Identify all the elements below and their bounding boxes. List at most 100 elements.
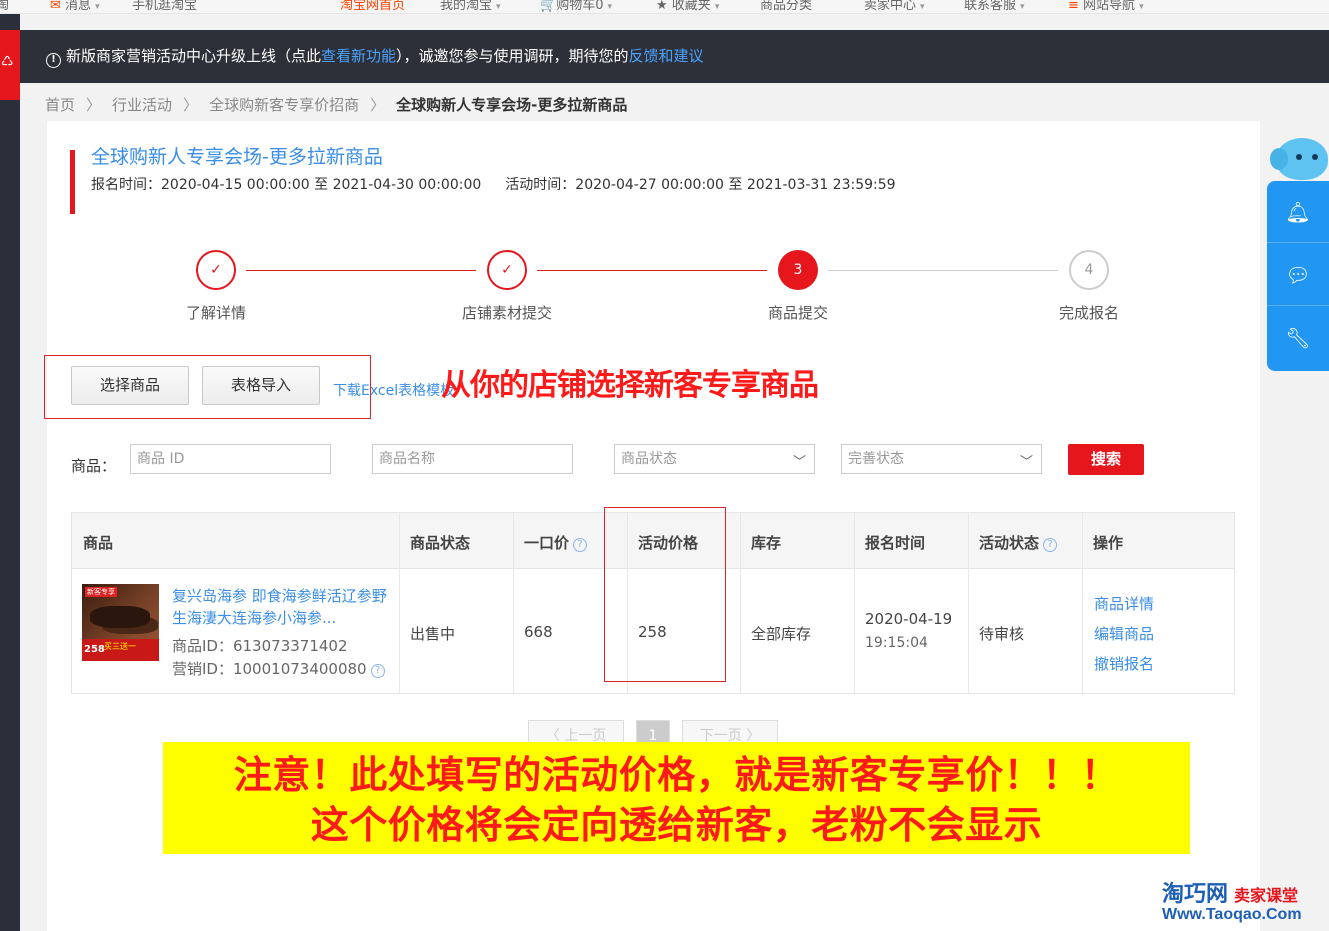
goods-id-input[interactable]: 商品 ID	[130, 444, 331, 474]
watermark: 淘巧网 卖家课堂 Www.Taoqao.Com	[1162, 876, 1302, 924]
column-divider	[740, 513, 741, 693]
nav-item-taobao[interactable]: 淘	[0, 0, 9, 13]
goods-detail-link[interactable]: 商品详情	[1094, 593, 1154, 614]
wrench-icon[interactable]: 🔧︎	[1267, 307, 1329, 369]
nav-item-site-nav[interactable]: ≡ 网站导航 ▾	[1068, 0, 1144, 13]
product-thumbnail[interactable]: 新客专享 买三送一 258	[82, 584, 159, 661]
floating-toolbar: 🔔︎ 💬︎ 🔧︎	[1267, 181, 1329, 371]
activity-header: 全球购新人专享会场-更多拉新商品 报名时间：2020-04-15 00:00:0…	[70, 146, 896, 214]
nav-item-service[interactable]: 联系客服 ▾	[964, 0, 1025, 13]
step-4-indicator: 4	[1069, 250, 1109, 290]
nav-item-category[interactable]: 商品分类	[760, 0, 812, 13]
left-sidebar: ♺	[0, 14, 20, 931]
step-3-label: 商品提交	[767, 304, 829, 322]
help-icon[interactable]: ?	[1043, 538, 1058, 552]
col-header-status: 商品状态	[410, 534, 471, 552]
activity-time: 活动时间：2020-04-27 00:00:00 至 2021-03-31 23…	[505, 177, 896, 193]
nav-item-mobile[interactable]: 手机逛淘宝	[132, 0, 197, 13]
activity-status: 待审核	[979, 625, 1025, 643]
chevron-down-icon: ﹀	[1019, 455, 1033, 470]
stock: 全部库存	[751, 625, 812, 643]
col-header-signup-time: 报名时间	[865, 534, 926, 552]
signup-clock: 19:15:04	[865, 635, 928, 651]
breadcrumb: 首页〉行业活动〉全球购新客专享价招商〉全球购新人专享会场-更多拉新商品	[45, 94, 627, 115]
notice-bar: ! 新版商家营销活动中心升级上线（点此查看新功能），诚邀您参与使用调研，期待您的反…	[20, 30, 1329, 83]
highlight-box-activity-price	[604, 507, 726, 682]
breadcrumb-current: 全球购新人专享会场-更多拉新商品	[396, 96, 628, 114]
nav-item-my-taobao[interactable]: 我的淘宝 ▾	[440, 0, 501, 13]
nav-item-cart[interactable]: 🛒购物车0 ▾	[540, 0, 612, 13]
column-divider	[968, 513, 969, 693]
column-divider	[1082, 513, 1083, 693]
download-template-link[interactable]: 下载Excel表格模板	[333, 380, 454, 400]
chat-icon[interactable]: 💬︎	[1267, 244, 1329, 306]
info-icon: !	[46, 53, 61, 68]
signup-time: 报名时间：2020-04-15 00:00:00 至 2021-04-30 00…	[91, 177, 482, 193]
message-icon: ✉	[50, 0, 61, 13]
thumb-badge: 新客专享	[85, 587, 117, 597]
bell-icon[interactable]: 🔔︎	[1267, 181, 1329, 243]
edit-goods-link[interactable]: 编辑商品	[1094, 623, 1154, 644]
activity-times: 报名时间：2020-04-15 00:00:00 至 2021-04-30 00…	[91, 174, 896, 194]
chevron-right-icon: 〉	[370, 96, 386, 114]
chevron-down-icon: ﹀	[792, 455, 806, 470]
nav-item-seller-center[interactable]: 卖家中心 ▾	[864, 0, 925, 13]
col-header-ops: 操作	[1093, 534, 1124, 552]
activity-title: 全球购新人专享会场-更多拉新商品	[91, 146, 383, 168]
step-1-label: 了解详情	[185, 304, 247, 322]
column-divider	[854, 513, 855, 693]
help-icon[interactable]: ?	[573, 538, 588, 552]
column-divider	[399, 513, 400, 693]
signup-date: 2020-04-19	[865, 610, 953, 628]
warning-annotation: 注意！此处填写的活动价格，就是新客专享价！！！ 这个价格将会定向透给新客，老粉不…	[163, 742, 1190, 854]
watermark-sub: 卖家课堂	[1234, 886, 1299, 905]
top-nav: 淘 ✉ 消息▾ 手机逛淘宝 淘宝网首页 我的淘宝▾ 🛒购物车0▾ ★ 收藏夹▾ …	[0, 0, 1329, 14]
step-4-label: 完成报名	[1058, 304, 1120, 322]
column-divider	[513, 513, 514, 693]
cancel-signup-link[interactable]: 撤销报名	[1094, 653, 1154, 674]
step-3-indicator: 3	[778, 250, 818, 290]
chevron-right-icon: 〉	[183, 96, 199, 114]
complete-status-select[interactable]: 完善状态 ﹀	[841, 444, 1042, 474]
step-1-check-icon: ✓	[196, 250, 236, 290]
thumb-price: 258	[84, 644, 105, 655]
search-button[interactable]: 搜索	[1068, 444, 1144, 475]
goods-status-select[interactable]: 商品状态 ﹀	[614, 444, 815, 474]
marketing-id: 营销ID：10001073400080?	[172, 658, 385, 679]
annotation-select-goods: 从你的店铺选择新客专享商品	[441, 368, 819, 403]
col-header-stock: 库存	[751, 534, 782, 552]
watermark-url: Www.Taoqao.Com	[1162, 906, 1302, 923]
menu-icon: ≡	[1068, 0, 1079, 13]
warning-line-2: 这个价格将会定向透给新客，老粉不会显示	[310, 803, 1043, 847]
nav-item-home[interactable]: 淘宝网首页	[340, 0, 405, 13]
step-connector	[537, 270, 767, 271]
elephant-mascot-icon[interactable]	[1270, 138, 1328, 186]
step-2-label: 店铺素材提交	[461, 304, 553, 322]
chevron-right-icon: 〉	[86, 96, 102, 114]
breadcrumb-industry[interactable]: 行业活动	[112, 96, 172, 114]
col-header-price: 一口价?	[524, 532, 588, 553]
watermark-logo: 淘巧网	[1162, 882, 1229, 907]
breadcrumb-campaign[interactable]: 全球购新客专享价招商	[209, 96, 359, 114]
nav-item-favorites[interactable]: ★ 收藏夹 ▾	[656, 0, 719, 13]
cart-icon: 🛒	[540, 0, 557, 13]
feedback-link[interactable]: 反馈和建议	[629, 47, 704, 65]
step-connector	[828, 270, 1058, 271]
product-title-link[interactable]: 复兴岛海参 即食海参鲜活辽参野生海淒大连海参小海参...	[172, 585, 387, 629]
col-header-activity-status: 活动状态?	[979, 532, 1058, 553]
new-features-link[interactable]: 查看新功能	[321, 47, 396, 65]
help-icon[interactable]: ?	[370, 664, 385, 678]
import-table-button[interactable]: 表格导入	[202, 366, 320, 405]
fixed-price: 668	[524, 623, 553, 641]
search-label: 商品：	[71, 457, 117, 475]
step-connector	[246, 270, 476, 271]
sidebar-tab[interactable]: ♺	[0, 30, 20, 100]
goods-id: 商品ID：613073371402	[172, 637, 348, 655]
select-goods-button[interactable]: 选择商品	[71, 366, 189, 405]
star-icon: ★	[656, 0, 668, 13]
nav-item-messages[interactable]: ✉ 消息 ▾	[50, 0, 100, 13]
breadcrumb-home[interactable]: 首页	[45, 96, 75, 114]
goods-name-input[interactable]: 商品名称	[372, 444, 573, 474]
step-2-check-icon: ✓	[487, 250, 527, 290]
col-header-goods: 商品	[83, 534, 114, 552]
